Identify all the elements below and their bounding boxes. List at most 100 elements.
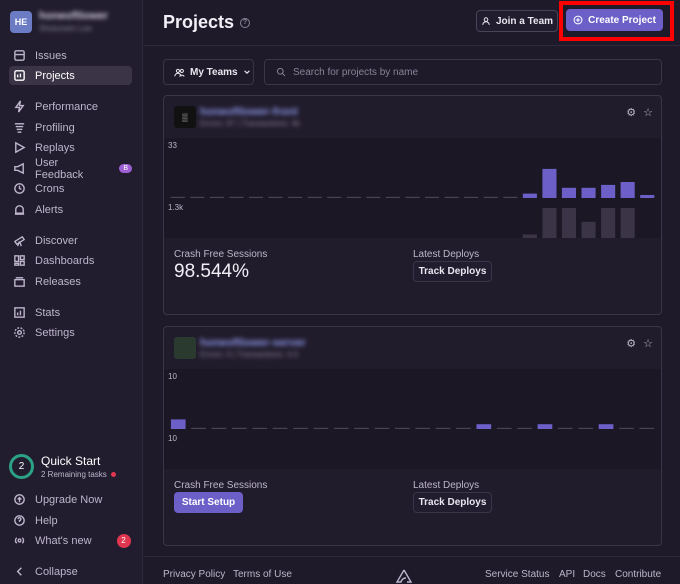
sidebar-item-dashboards[interactable]: Dashboards [9,251,132,270]
sidebar-item-crons[interactable]: Crons [9,179,132,198]
gear-icon [13,326,26,339]
profiling-icon [13,121,26,134]
chart-bar [252,427,268,429]
chart-bar [581,187,596,198]
chart-bar [558,427,573,429]
project-search-input[interactable]: Search for projects by name [264,59,662,85]
settings-icon[interactable]: ⚙ [626,106,636,119]
chevron-left-icon [13,565,26,578]
chart-bar [578,427,594,429]
sidebar-item-replays[interactable]: Replays [9,138,132,157]
sidebar-item-label: Alerts [35,203,64,216]
chart-bar [232,427,247,429]
chart-bar [503,196,518,198]
help-icon[interactable]: ? [240,17,251,28]
upgrade-icon [13,493,26,506]
project-card: honeoftlower-server Errors: 0 | Transact… [163,326,662,546]
chart-bar [170,419,186,429]
sidebar-collapse[interactable]: Collapse [9,562,132,581]
sidebar-item-label: Stats [35,306,61,319]
dashboard-icon [13,254,26,267]
sidebar-item-settings[interactable]: Settings [9,323,132,342]
sidebar-item-stats[interactable]: Stats [9,303,132,322]
chart-bar [191,427,206,429]
chart-bar [170,196,185,198]
chart-bar [640,195,655,198]
sidebar-item-alerts[interactable]: Alerts [9,200,132,219]
sidebar-item-upgrade[interactable]: Upgrade Now [9,490,132,509]
track-deploys-button[interactable]: Track Deploys [413,492,492,513]
sidebar-item-whats-new[interactable]: What's new 2 [9,531,132,550]
chart-bar [522,234,537,238]
api-link[interactable]: API [559,569,575,580]
project-name[interactable]: honeoftlower-server [200,337,306,349]
sidebar-item-issues[interactable]: Issues [9,46,132,65]
sidebar: HE honeoftlower Sholunsim Lee Issues Pro… [0,0,143,584]
privacy-policy-link[interactable]: Privacy Policy [163,569,225,580]
track-deploys-button[interactable]: Track Deploys [413,261,492,282]
quick-start[interactable]: 2 Quick Start 2 Remaining tasks [9,454,116,479]
chart-bar [395,427,410,429]
settings-icon[interactable]: ⚙ [626,337,636,350]
project-name[interactable]: honeoftlower-front [200,106,298,118]
chart-bar [522,193,537,198]
org-switcher[interactable]: HE honeoftlower Sholunsim Lee [10,10,108,33]
create-project-button[interactable]: Create Project [566,9,663,31]
search-icon [276,67,286,77]
star-icon[interactable]: ☆ [643,337,653,350]
add-icon [573,15,583,25]
contribute-link[interactable]: Contribute [615,569,661,580]
lightning-icon [13,100,26,113]
chart-bar [354,427,369,429]
chart-bar [561,208,576,238]
projects-icon [13,69,26,82]
chart-bar [346,196,361,198]
start-setup-button[interactable]: Start Setup [174,492,243,513]
join-team-button[interactable]: Join a Team [476,10,558,32]
team-filter-label: My Teams [190,66,238,78]
sidebar-item-label: What's new [35,534,92,547]
chart-bar [385,196,400,198]
latest-deploys-label: Latest Deploys [413,480,480,491]
chart-top-label: 10 [168,372,177,381]
service-status-link[interactable]: Service Status [485,569,549,580]
chart-bottom-label: 1.3k [168,203,184,212]
user-icon [482,17,490,26]
sidebar-item-discover[interactable]: Discover [9,231,132,250]
crash-free-value: 98.544% [174,261,250,282]
chart-bar [620,182,635,198]
sidebar-item-releases[interactable]: Releases [9,272,132,291]
sidebar-item-help[interactable]: Help [9,511,132,530]
terms-link[interactable]: Terms of Use [233,569,292,580]
chart-bar [619,427,634,429]
chart-bar [542,168,557,198]
chart-bottom-label: 10 [168,434,177,443]
project-platform-icon [174,337,196,359]
sidebar-item-performance[interactable]: Performance [9,97,132,116]
sidebar-item-label: Releases [35,275,81,288]
feedback-badge: B [119,164,132,173]
sidebar-item-label: User Feedback [35,156,84,181]
chart-bar [537,424,553,429]
chart-svg: 33 1.3k [168,141,655,238]
chart-bar [601,184,616,198]
sidebar-item-user-feedback[interactable]: User Feedback B [9,156,132,181]
sidebar-item-label: Collapse [35,565,78,578]
chart-bar [639,427,655,429]
chart-bar [483,196,498,198]
chart-bar [333,427,349,429]
chart-bar [374,427,390,429]
chart-bar [561,187,576,198]
sidebar-item-profiling[interactable]: Profiling [9,118,132,137]
docs-link[interactable]: Docs [583,569,606,580]
star-icon[interactable]: ☆ [643,106,653,119]
org-subtitle: Sholunsim Lee [39,24,92,33]
chart-bar [517,427,532,429]
sidebar-item-projects[interactable]: Projects [9,66,132,85]
team-filter-dropdown[interactable]: My Teams [163,59,254,85]
users-icon [174,68,185,77]
chart-bar [444,196,459,198]
chevron-down-icon [243,70,250,74]
chart-bar [272,427,288,429]
sidebar-item-label: Issues [35,49,67,62]
